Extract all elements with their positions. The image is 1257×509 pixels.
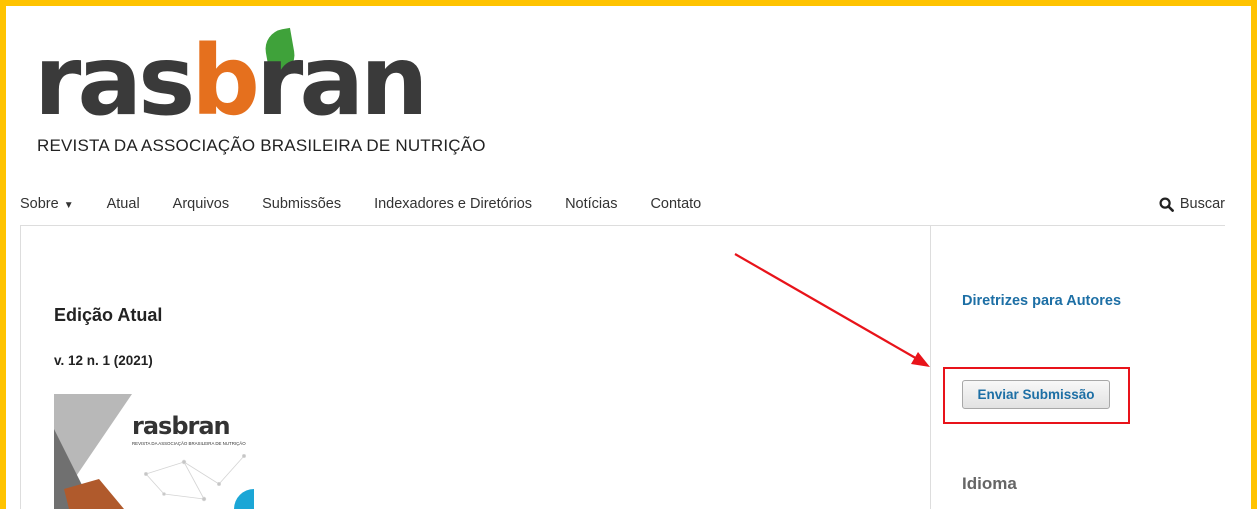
nav-item-contato[interactable]: Contato xyxy=(650,196,701,212)
cover-artwork: rasbran REVISTA DA ASSOCIAÇÃO BRASILEIRA… xyxy=(54,394,254,509)
submit-manuscript-button[interactable]: Enviar Submissão xyxy=(962,380,1110,409)
site-logo[interactable]: rasbran REVISTA DA ASSOCIAÇÃO BRASILEIRA… xyxy=(34,25,486,161)
nav-item-submissoes[interactable]: Submissões xyxy=(262,196,341,212)
svg-text:rasbran: rasbran xyxy=(132,412,230,440)
logo-tagline: REVISTA DA ASSOCIAÇÃO BRASILEIRA DE NUTR… xyxy=(37,136,486,155)
nav-item-arquivos[interactable]: Arquivos xyxy=(173,196,229,212)
nav-item-atual[interactable]: Atual xyxy=(107,196,140,212)
cover-subtitle-text: REVISTA DA ASSOCIAÇÃO BRASILEIRA DE NUTR… xyxy=(132,441,246,446)
logo-wordmark: rasbran xyxy=(34,25,428,137)
caret-down-icon: ▼ xyxy=(63,200,74,211)
author-guidelines-link[interactable]: Diretrizes para Autores xyxy=(962,293,1121,309)
language-heading: Idioma xyxy=(962,474,1017,493)
main-nav: Sobre ▼ Atual Arquivos Submissões Indexad… xyxy=(20,183,1225,225)
svg-text:REVISTA DA ASSOCIAÇÃO BRASILEI: REVISTA DA ASSOCIAÇÃO BRASILEIRA DE NUTR… xyxy=(132,441,246,446)
issue-identifier[interactable]: v. 12 n. 1 (2021) xyxy=(54,353,153,368)
nav-divider xyxy=(20,225,1225,226)
nav-item-sobre[interactable]: Sobre ▼ xyxy=(20,196,74,212)
nav-item-noticias[interactable]: Notícias xyxy=(565,196,617,212)
content-border-left xyxy=(20,225,21,509)
cover-brand-text: rasbran xyxy=(132,412,230,440)
nav-item-indexadores[interactable]: Indexadores e Diretórios xyxy=(374,196,532,212)
search-link[interactable]: Buscar xyxy=(1159,183,1225,225)
search-icon xyxy=(1159,196,1174,212)
search-label: Buscar xyxy=(1179,196,1225,212)
issue-cover-image[interactable]: rasbran REVISTA DA ASSOCIAÇÃO BRASILEIRA… xyxy=(54,394,254,509)
current-issue-heading: Edição Atual xyxy=(54,305,163,325)
sidebar-border xyxy=(930,225,931,509)
